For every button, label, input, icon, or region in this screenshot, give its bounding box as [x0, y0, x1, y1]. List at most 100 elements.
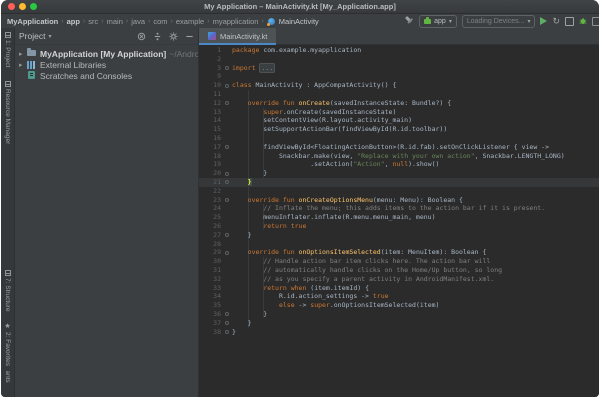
breadcrumb-item-myapplication[interactable]: MyApplication — [7, 17, 58, 26]
fold-marker-icon[interactable] — [225, 145, 229, 149]
debug-button[interactable] — [579, 17, 587, 25]
code-line[interactable]: 23 override fun onCreateOptionsMenu(menu… — [199, 196, 599, 205]
code-line[interactable]: 26 return true — [199, 222, 599, 231]
breadcrumb-item-java[interactable]: java — [131, 17, 145, 26]
run-button[interactable] — [540, 17, 547, 25]
line-number[interactable]: 24 — [199, 204, 223, 213]
line-number[interactable]: 1 — [199, 46, 223, 55]
line-number[interactable]: 2 — [199, 55, 223, 64]
project-panel-title[interactable]: Project — [19, 31, 45, 41]
breadcrumb-item-com[interactable]: com — [153, 17, 167, 26]
tab-mainactivity[interactable]: MainActivity.kt — [199, 28, 276, 44]
line-number[interactable]: 22 — [199, 187, 223, 196]
line-number[interactable]: 35 — [199, 301, 223, 310]
tool-stripe-structure[interactable]: 7: Structure — [1, 270, 14, 312]
code-line[interactable]: 21 } — [199, 178, 599, 187]
locate-file-icon[interactable] — [137, 32, 146, 41]
code-line[interactable]: 34 R.id.action_settings -> true — [199, 292, 599, 301]
fold-marker-icon[interactable] — [225, 180, 229, 184]
code-line[interactable]: 24 // Inflate the menu; this adds items … — [199, 204, 599, 213]
line-number[interactable]: 18 — [199, 152, 223, 161]
breadcrumb-item-myapplication[interactable]: myapplication — [213, 17, 259, 26]
fold-marker-icon[interactable] — [225, 84, 229, 88]
gear-icon[interactable] — [169, 32, 178, 41]
line-number[interactable]: 3 — [199, 64, 223, 73]
code-line[interactable]: 38} — [199, 328, 599, 337]
breadcrumb-item-main[interactable]: main — [107, 17, 123, 26]
line-number[interactable]: 29 — [199, 248, 223, 257]
tree-item-myapplication[interactable]: ▸MyApplication [My Application]~/Android — [15, 48, 198, 59]
fold-marker-icon[interactable] — [225, 198, 229, 202]
line-number[interactable]: 15 — [199, 125, 223, 134]
line-number[interactable]: 25 — [199, 213, 223, 222]
code-line[interactable]: 35 else -> super.onOptionsItemSelected(i… — [199, 301, 599, 310]
profiler-button[interactable] — [592, 17, 599, 26]
tool-stripe-favorites[interactable]: ★ 2: Favorites — [1, 323, 14, 366]
line-number[interactable]: 21 — [199, 178, 223, 187]
fold-marker-icon[interactable] — [225, 233, 229, 237]
chevron-right-icon[interactable]: ▸ — [19, 50, 27, 58]
code-editor[interactable]: 1package com.example.myapplication23impo… — [199, 45, 599, 397]
fold-marker-icon[interactable] — [225, 101, 229, 105]
fold-marker-icon[interactable] — [225, 330, 229, 334]
code-line[interactable]: 14 setContentView(R.layout.activity_main… — [199, 116, 599, 125]
code-line[interactable]: 32 // as you specify a parent activity i… — [199, 275, 599, 284]
line-number[interactable]: 26 — [199, 222, 223, 231]
line-number[interactable]: 23 — [199, 196, 223, 205]
code-line[interactable]: 9 — [199, 72, 599, 81]
code-line[interactable]: 36 } — [199, 310, 599, 319]
code-line[interactable]: 33 return when (item.itemId) { — [199, 284, 599, 293]
code-line[interactable]: 2 — [199, 55, 599, 64]
line-number[interactable]: 14 — [199, 116, 223, 125]
build-hammer-icon[interactable] — [404, 16, 414, 26]
code-line[interactable]: 12 override fun onCreate(savedInstanceSt… — [199, 99, 599, 108]
apply-changes-icon[interactable]: ↻ — [552, 16, 560, 26]
line-number[interactable]: 17 — [199, 143, 223, 152]
code-line[interactable]: 22 — [199, 187, 599, 196]
fold-marker-icon[interactable] — [225, 312, 229, 316]
code-line[interactable]: 17 findViewById<FloatingActionButton>(R.… — [199, 143, 599, 152]
line-number[interactable]: 33 — [199, 284, 223, 293]
line-number[interactable]: 36 — [199, 310, 223, 319]
apply-code-changes-icon[interactable] — [565, 17, 574, 26]
code-line[interactable]: 1package com.example.myapplication — [199, 46, 599, 55]
collapse-all-icon[interactable] — [153, 32, 162, 41]
line-number[interactable]: 30 — [199, 257, 223, 266]
chevron-down-icon[interactable]: ▾ — [48, 33, 51, 40]
tree-item-scratches-and-consoles[interactable]: Scratches and Consoles — [15, 70, 198, 81]
hide-panel-icon[interactable] — [185, 32, 194, 41]
run-config-dropdown[interactable]: app ▾ — [419, 15, 457, 28]
code-line[interactable]: 30 // Handle action bar item clicks here… — [199, 257, 599, 266]
device-dropdown[interactable]: Loading Devices... ▾ — [462, 15, 536, 28]
line-number[interactable]: 28 — [199, 240, 223, 249]
line-number[interactable]: 32 — [199, 275, 223, 284]
line-number[interactable]: 31 — [199, 266, 223, 275]
chevron-right-icon[interactable]: ▸ — [19, 61, 27, 69]
code-line[interactable]: 3import ... — [199, 64, 599, 73]
code-line[interactable]: 27 } — [199, 231, 599, 240]
tree-item-external-libraries[interactable]: ▸External Libraries — [15, 59, 198, 70]
line-number[interactable]: 13 — [199, 108, 223, 117]
code-line[interactable]: 10class MainActivity : AppCompatActivity… — [199, 81, 599, 90]
code-line[interactable]: 13 super.onCreate(savedInstanceState) — [199, 108, 599, 117]
fold-marker-icon[interactable] — [225, 251, 229, 255]
line-number[interactable]: 9 — [199, 72, 223, 81]
line-number[interactable]: 12 — [199, 99, 223, 108]
line-number[interactable]: 38 — [199, 328, 223, 337]
code-line[interactable]: 20 } — [199, 169, 599, 178]
code-line[interactable]: 31 // automatically handle clicks on the… — [199, 266, 599, 275]
code-line[interactable]: 11 — [199, 90, 599, 99]
code-line[interactable]: 25 menuInflater.inflate(R.menu.menu_main… — [199, 213, 599, 222]
line-number[interactable]: 27 — [199, 231, 223, 240]
breadcrumb-item-mainactivity[interactable]: MainActivity — [279, 17, 319, 26]
breadcrumb-item-example[interactable]: example — [176, 17, 204, 26]
code-line[interactable]: 37 } — [199, 319, 599, 328]
tool-stripe-resource-manager[interactable]: Resource Manager — [4, 81, 11, 144]
code-line[interactable]: 19 .setAction("Action", null).show() — [199, 160, 599, 169]
breadcrumb-item-src[interactable]: src — [88, 17, 98, 26]
code-line[interactable]: 18 Snackbar.make(view, "Replace with you… — [199, 152, 599, 161]
fold-marker-icon[interactable] — [225, 66, 229, 70]
fold-marker-icon[interactable] — [225, 172, 229, 176]
tool-stripe-build-variants[interactable]: Build Variants — [1, 371, 14, 397]
fold-marker-icon[interactable] — [225, 321, 229, 325]
